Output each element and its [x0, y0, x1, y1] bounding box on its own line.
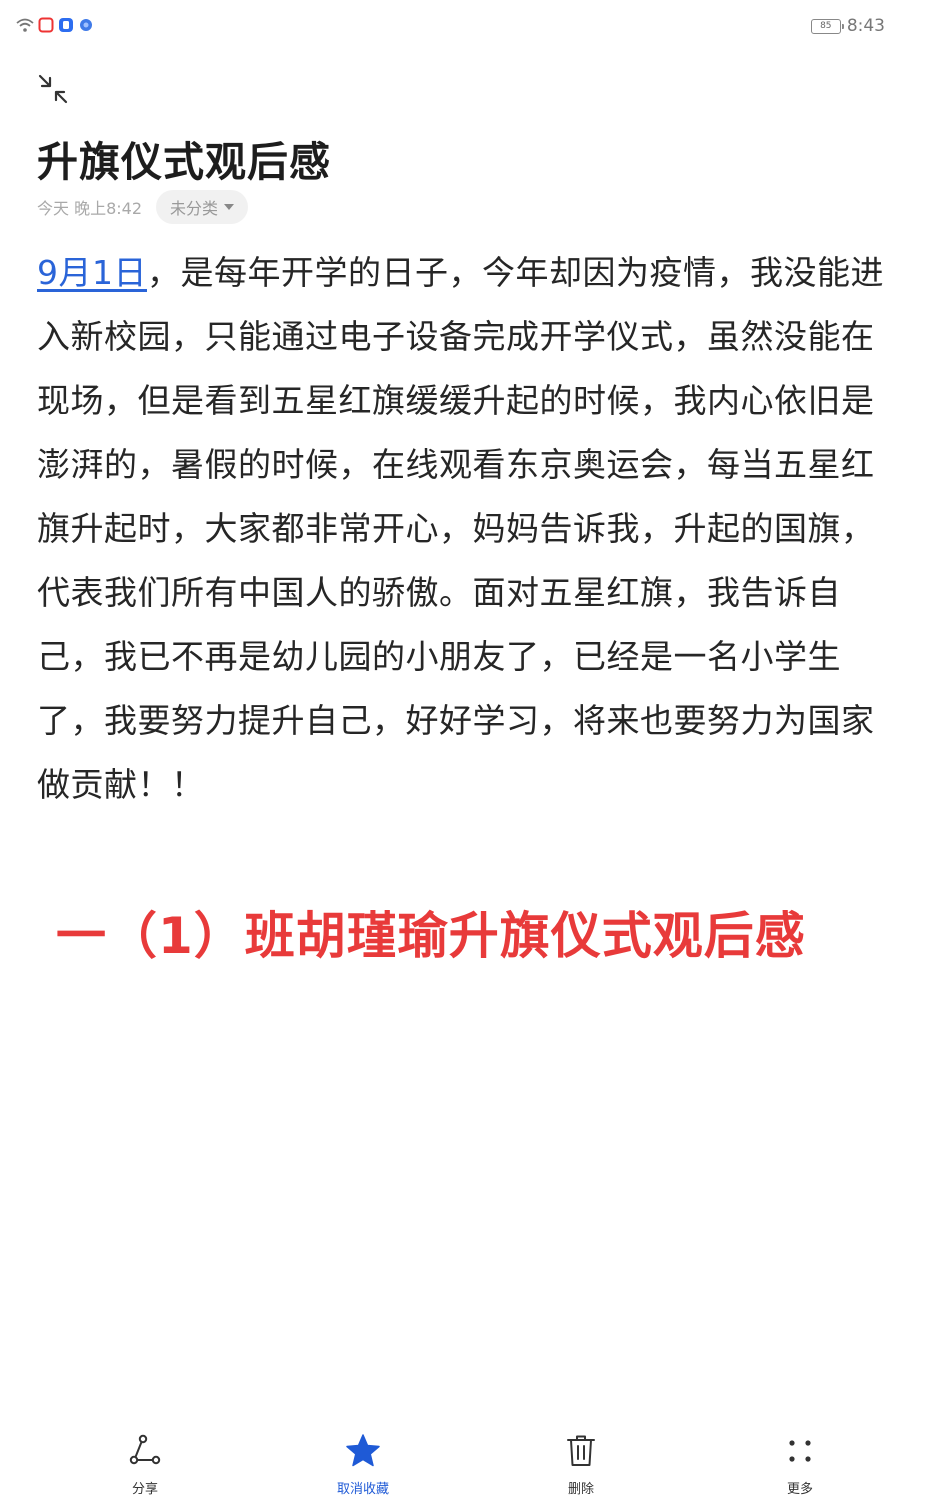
unfavorite-button[interactable]: 取消收藏: [313, 1432, 413, 1497]
red-caption: 一（1）班胡瑾瑜升旗仪式观后感: [56, 907, 806, 965]
share-label: 分享: [131, 1482, 158, 1497]
note-timestamp: 今天 晚上8:42: [37, 199, 143, 218]
cloud-notification-icon: [80, 19, 92, 31]
dropdown-arrow-icon: [224, 204, 235, 210]
status-bar: 85 8:43: [0, 0, 945, 56]
delete-button[interactable]: 删除: [531, 1432, 631, 1497]
star-filled-icon: [346, 1434, 380, 1467]
delete-label: 删除: [567, 1482, 594, 1497]
note-meta: 今天 晚上8:42 未分类: [37, 190, 249, 224]
more-button[interactable]: 更多: [750, 1432, 850, 1497]
trash-icon: [567, 1435, 595, 1466]
more-label: 更多: [786, 1482, 813, 1497]
wifi-icon: [16, 18, 34, 32]
date-link[interactable]: 9月1日: [37, 253, 147, 292]
note-body-text: ，是每年开学的日子，今年却因为疫情，我没能进入新校园，只能通过电子设备完成开学仪…: [37, 253, 884, 804]
collapse-icon[interactable]: [36, 72, 70, 106]
status-time: 8:43: [846, 16, 885, 36]
red-app-notification-icon: [38, 17, 54, 33]
battery-level: 85: [820, 20, 832, 31]
share-icon: [129, 1434, 161, 1465]
status-icons-right: 85 8:43: [810, 16, 885, 36]
category-selector[interactable]: 未分类: [156, 190, 249, 224]
battery-icon: 85: [810, 18, 844, 34]
status-icons-left: [16, 17, 94, 33]
note-title[interactable]: 升旗仪式观后感: [37, 128, 331, 188]
blue-app-notification-icon: [59, 18, 73, 32]
unfavorite-label: 取消收藏: [336, 1482, 389, 1497]
more-icon: [789, 1440, 811, 1462]
bottom-toolbar: 分享 取消收藏 删除 更多: [0, 1432, 945, 1512]
note-body[interactable]: 9月1日，是每年开学的日子，今年却因为疫情，我没能进入新校园，只能通过电子设备完…: [37, 241, 907, 817]
share-button[interactable]: 分享: [95, 1432, 195, 1497]
category-label: 未分类: [170, 199, 219, 218]
